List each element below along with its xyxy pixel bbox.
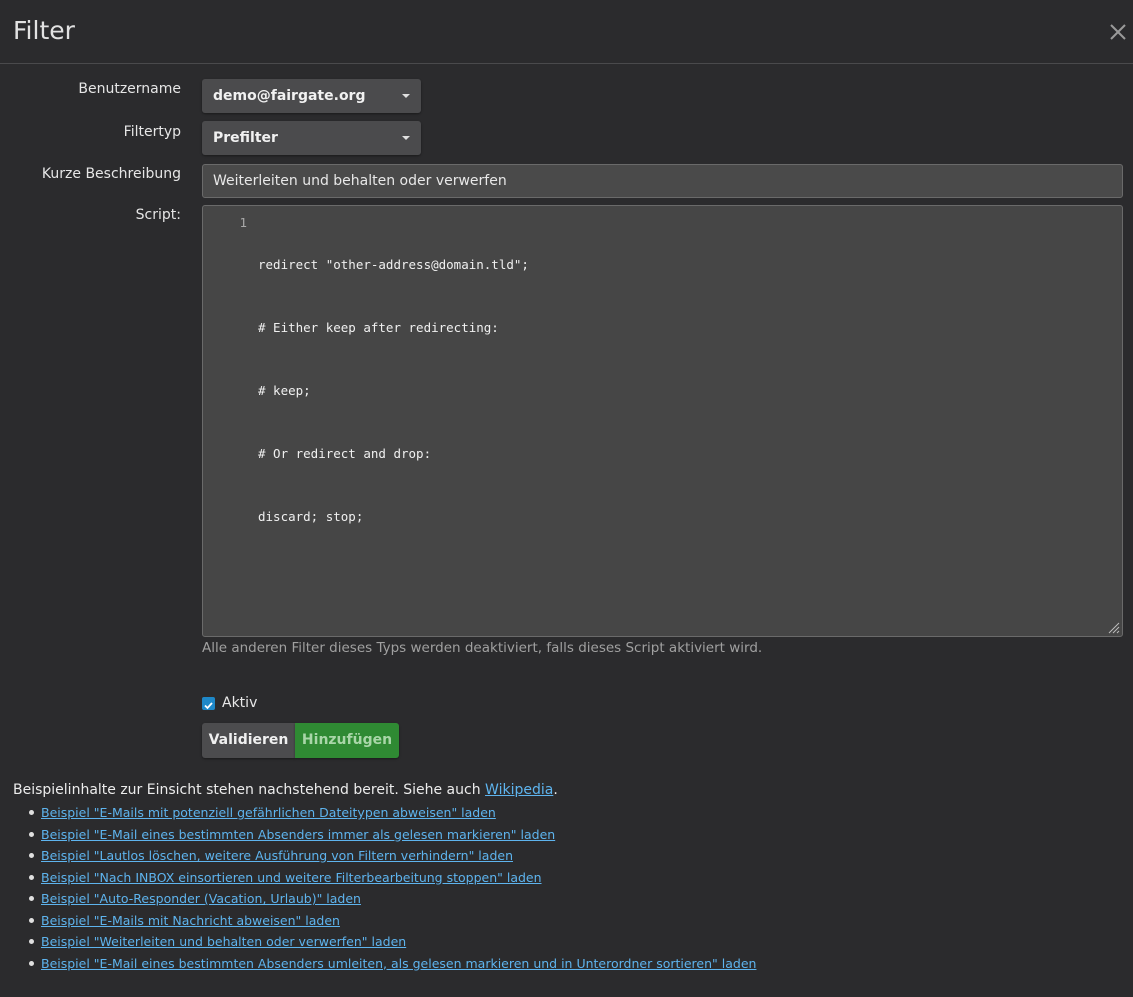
check-icon — [204, 702, 213, 710]
description-input[interactable] — [202, 164, 1123, 198]
script-editor[interactable]: 1 redirect "other-address@domain.tld"; #… — [202, 205, 1123, 637]
list-item: Beispiel "Weiterleiten und behalten oder… — [28, 932, 756, 954]
list-item: Beispiel "E-Mail eines bestimmten Absend… — [28, 825, 756, 847]
example-link[interactable]: Beispiel "Nach INBOX einsortieren und we… — [41, 870, 542, 885]
username-label: Benutzername — [78, 81, 181, 97]
filter-dialog: Filter Benutzername demo@fairgate.org Fi… — [0, 0, 1133, 997]
script-help-text: Alle anderen Filter dieses Typs werden d… — [202, 640, 763, 656]
example-link[interactable]: Beispiel "E-Mail eines bestimmten Absend… — [41, 827, 555, 842]
code-line: discard; stop; — [258, 509, 364, 524]
dialog-title: Filter — [13, 16, 75, 45]
username-select[interactable]: demo@fairgate.org — [202, 79, 421, 113]
list-item: Beispiel "Auto-Responder (Vacation, Urla… — [28, 889, 756, 911]
username-value: demo@fairgate.org — [213, 88, 366, 104]
example-link[interactable]: Beispiel "E-Mails mit Nachricht abweisen… — [41, 913, 340, 928]
line-numbers: 1 — [203, 212, 247, 233]
active-label: Aktiv — [222, 695, 258, 711]
resize-grip-icon[interactable] — [1108, 622, 1120, 634]
examples-intro: Beispielinhalte zur Einsicht stehen nach… — [13, 782, 558, 798]
dialog-header: Filter — [0, 0, 1133, 64]
filtertype-select[interactable]: Prefilter — [202, 121, 421, 155]
examples-list: Beispiel "E-Mails mit potenziell gefährl… — [28, 803, 756, 976]
example-link[interactable]: Beispiel "E-Mail eines bestimmten Absend… — [41, 956, 756, 971]
code-line: # Either keep after redirecting: — [258, 320, 499, 335]
filtertype-label: Filtertyp — [123, 124, 181, 140]
list-item: Beispiel "E-Mails mit potenziell gefährl… — [28, 803, 756, 825]
description-label: Kurze Beschreibung — [41, 166, 181, 182]
add-button[interactable]: Hinzufügen — [295, 723, 399, 758]
examples-intro-text: Beispielinhalte zur Einsicht stehen nach… — [13, 782, 486, 798]
list-item: Beispiel "E-Mails mit Nachricht abweisen… — [28, 911, 756, 933]
validate-button[interactable]: Validieren — [202, 723, 295, 758]
list-item: Beispiel "Lautlos löschen, weitere Ausfü… — [28, 846, 756, 868]
example-link[interactable]: Beispiel "Auto-Responder (Vacation, Urla… — [41, 891, 361, 906]
chevron-down-icon — [402, 94, 410, 98]
script-label: Script: — [135, 207, 181, 223]
example-link[interactable]: Beispiel "Weiterleiten und behalten oder… — [41, 934, 406, 949]
wikipedia-link[interactable]: Wikipedia — [485, 782, 553, 798]
script-code[interactable]: redirect "other-address@domain.tld"; # E… — [258, 212, 529, 569]
examples-intro-end: . — [553, 782, 558, 798]
filtertype-value: Prefilter — [213, 130, 278, 146]
active-checkbox[interactable] — [202, 697, 215, 710]
chevron-down-icon — [402, 136, 410, 140]
code-line: redirect "other-address@domain.tld"; — [258, 257, 529, 272]
example-link[interactable]: Beispiel "E-Mails mit potenziell gefährl… — [41, 805, 496, 820]
line-number: 1 — [239, 215, 247, 230]
code-line: # keep; — [258, 383, 311, 398]
close-button[interactable] — [1103, 16, 1133, 46]
list-item: Beispiel "Nach INBOX einsortieren und we… — [28, 868, 756, 890]
list-item: Beispiel "E-Mail eines bestimmten Absend… — [28, 954, 756, 976]
example-link[interactable]: Beispiel "Lautlos löschen, weitere Ausfü… — [41, 848, 513, 863]
code-line: # Or redirect and drop: — [258, 446, 432, 461]
close-icon — [1110, 24, 1126, 40]
